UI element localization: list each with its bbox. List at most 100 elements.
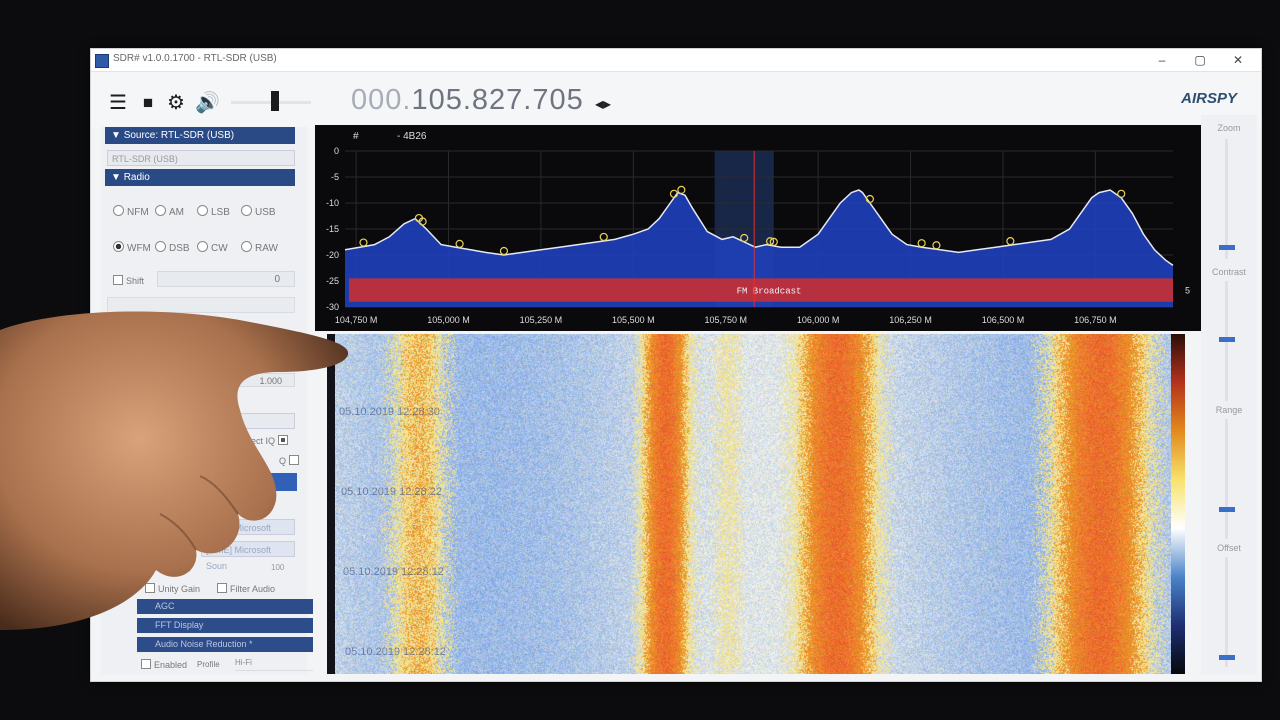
peak-marker [359,238,368,247]
x-tick-label: 106,000 M [797,315,840,325]
anr-profile-label: Profile [197,660,220,669]
unity-gain-checkbox[interactable]: Unity Gain [145,583,200,594]
peak-marker [1006,237,1015,246]
mode-nfm[interactable]: NFM [113,205,149,218]
stop-icon[interactable]: ■ [137,92,159,114]
peak-marker [455,239,464,248]
spectrum-analyzer[interactable]: # - 4B26 0 -5 -10 -15 -20 -25 -30 104,750 M 105,… [315,125,1205,331]
audio-noise-reduction-header[interactable]: Audio Noise Reduction * [137,637,313,652]
step-value: 1.000 [259,376,282,386]
correct-iq-checkbox[interactable]: ect IQ [251,435,291,446]
mode-raw[interactable]: RAW [241,241,278,254]
waterfall-canvas[interactable] [335,334,1171,674]
mode-cw[interactable]: CW [197,241,228,254]
zoom-slider-thumb[interactable] [1219,245,1235,250]
shift-checkbox[interactable]: Shift [113,275,144,286]
zoom-slider-track[interactable] [1225,139,1228,259]
speaker-icon[interactable]: 🔊 [195,92,220,114]
display-controls-panel: Zoom Contrast Range Offset [1201,115,1257,675]
latency-label: Latency (ms) [145,563,192,572]
step-value-input[interactable]: 1.000 [231,373,295,387]
output-device-select-1[interactable]: [MME] Microsoft Soun [201,519,295,549]
waterfall-timestamp: 05.10.2019 12:28:30 [339,406,440,418]
shift-value: 0 [274,274,280,285]
band-side-value: 5 [1185,285,1190,295]
range-label: Range [1215,405,1243,415]
bandwidth-select[interactable] [231,413,295,429]
menu-icon[interactable]: ☰ [107,92,129,114]
x-tick-label: 106,250 M [889,315,932,325]
source-panel-header[interactable]: ▼ Source: RTL-SDR (USB) [105,127,295,144]
x-tick-label: 105,500 M [612,315,655,325]
radio-panel-header[interactable]: ▼ Radio [105,169,295,186]
agc-header-label: AGC [155,601,175,611]
minimize-button[interactable]: – [1145,50,1179,70]
airspy-logo: AIRSPY [1181,90,1237,107]
window-title: SDR# v1.0.0.1700 - RTL-SDR (USB) [113,53,277,64]
agc-panel-header[interactable]: AGC [137,599,313,614]
y-tick-label: -10 [326,198,339,208]
mode-am[interactable]: AM [155,205,184,218]
waterfall-timestamp: 05.10.2019 12:28:12 [343,566,444,578]
waterfall-display[interactable]: 05.10.2019 12:28:30 05.10.2019 12:28:22 … [335,334,1171,674]
x-tick-label: 106,500 M [982,315,1025,325]
anr-header-label: Audio Noise Reduction * [155,639,253,649]
waterfall-color-scale [1171,334,1185,674]
toolbar: ☰ ■ ⚙ 🔊 000.105.827.705 ◂▸ AIRSPY [91,72,1261,128]
frequency-display[interactable]: 000.105.827.705 [351,84,584,117]
mode-lsb[interactable]: LSB [197,205,230,218]
x-tick-label: 104,750 M [335,315,378,325]
peak-marker [677,185,686,195]
peak-marker [1117,189,1126,198]
fft-header-label: FFT Display [155,620,204,630]
app-icon [95,54,109,68]
y-tick-label: -25 [326,276,339,286]
frequency-step-arrows-icon[interactable]: ◂▸ [595,94,611,114]
radio-header-label: Radio [123,172,150,183]
close-button[interactable]: ✕ [1221,50,1255,70]
gear-icon[interactable]: ⚙ [165,92,187,114]
x-tick-label: 105,250 M [520,315,563,325]
filter-select[interactable] [107,297,295,313]
fft-display-panel-header[interactable]: FFT Display [137,618,313,633]
mode-dsb[interactable]: DSB [155,241,190,254]
latency-value-input[interactable]: 100 [271,563,284,572]
range-slider-thumb[interactable] [1219,507,1235,512]
peak-marker [917,239,926,248]
contrast-label: Contrast [1211,267,1246,277]
peak-marker [932,241,941,250]
offset-label: Offset [1217,543,1241,553]
offset-slider-thumb[interactable] [1219,655,1235,660]
audio-panel-header[interactable] [201,473,297,491]
maximize-button[interactable]: ▢ [1183,50,1217,70]
band-label: FM Broadcast [737,286,802,296]
filter-audio-checkbox[interactable]: Filter Audio [217,583,275,594]
spectrum-plot[interactable]: 0 -5 -10 -15 -20 -25 -30 104,750 M 105,000 M 105,… [315,125,1205,331]
shift-value-input[interactable]: 0 [157,271,295,287]
output-device-select-2[interactable]: [MME] Microsoft Soun [201,541,295,571]
mode-usb[interactable]: USB [241,205,276,218]
volume-slider-thumb[interactable] [271,91,279,111]
contrast-slider-thumb[interactable] [1219,337,1235,342]
zoom-label: Zoom [1217,123,1241,133]
y-tick-label: -15 [326,224,339,234]
anr-enabled-checkbox[interactable]: Enabled [141,659,187,670]
y-tick-label: 0 [334,146,339,156]
source-header-label: Source: RTL-SDR (USB) [123,130,235,141]
frequency-digits[interactable]: 105.827.705 [411,84,583,116]
source-device-select[interactable]: RTL-SDR (USB) [107,150,295,166]
x-tick-label: 105,000 M [427,315,470,325]
y-tick-label: -20 [326,250,339,260]
title-bar: SDR# v1.0.0.1700 - RTL-SDR (USB) – ▢ ✕ [91,49,1261,72]
frequency-lead-digits[interactable]: 000. [351,84,411,116]
volume-slider[interactable] [231,91,311,111]
x-tick-label: 106,750 M [1074,315,1117,325]
mode-wfm[interactable]: WFM [113,241,151,254]
anr-profile-select[interactable]: Hi-Fi [235,658,313,671]
sdr-window: SDR# v1.0.0.1700 - RTL-SDR (USB) – ▢ ✕ ☰… [90,48,1262,682]
range-slider-track[interactable] [1225,419,1228,539]
peak-marker [499,246,509,256]
swap-iq-checkbox[interactable]: Q [279,455,302,466]
waterfall-timestamp: 05.10.2019 12:28:22 [341,486,442,498]
offset-slider-track[interactable] [1225,557,1228,667]
